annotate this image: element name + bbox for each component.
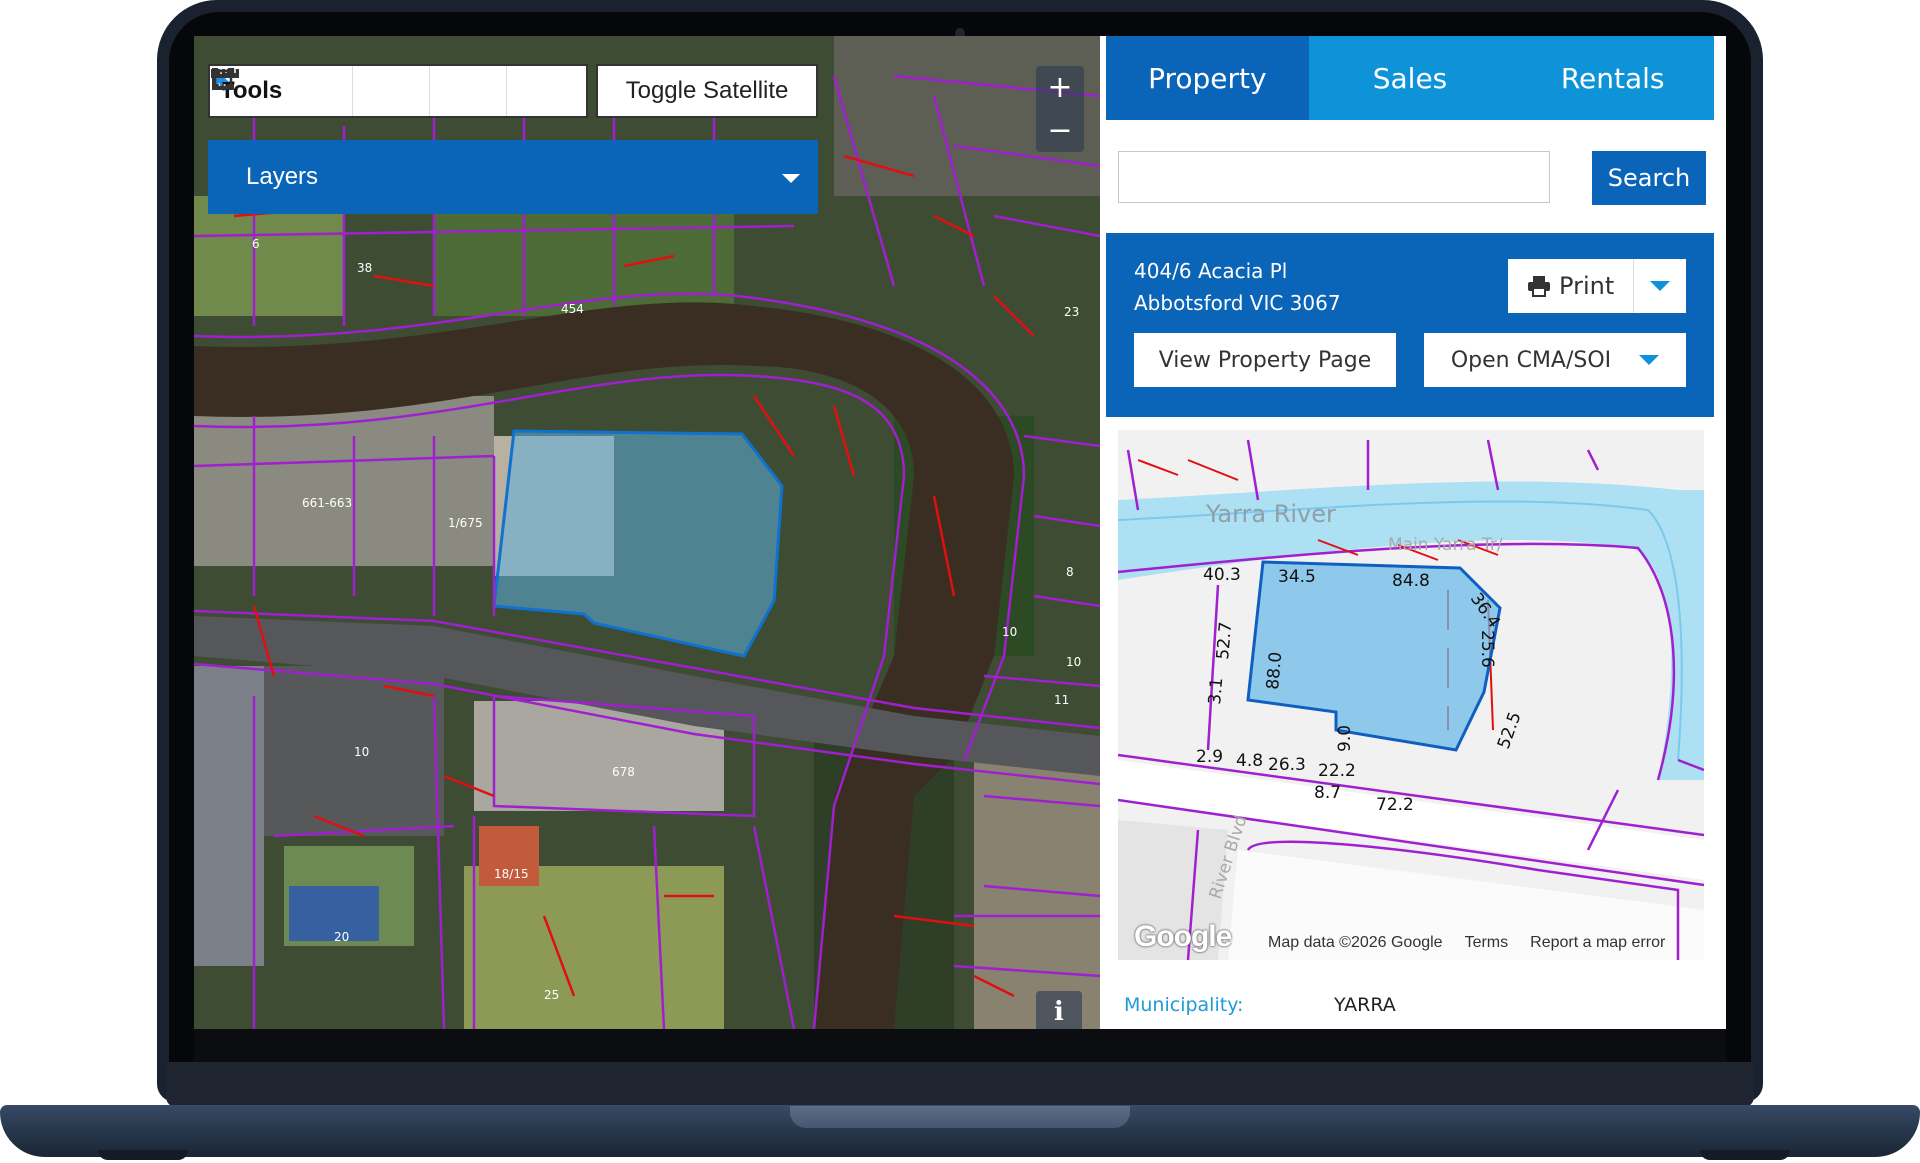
dim-label: 72.2 (1376, 795, 1414, 815)
dim-label: 25.6 (1477, 630, 1497, 668)
laptop-notch (790, 1106, 1130, 1128)
zoom-control: + − (1036, 66, 1084, 152)
polygon-select-icon[interactable] (212, 66, 583, 116)
info-button[interactable]: i (1036, 991, 1082, 1029)
zoom-out-button[interactable]: − (1036, 109, 1084, 152)
svg-text:454: 454 (561, 302, 584, 316)
dim-label: 88.0 (1263, 651, 1286, 690)
chevron-down-icon (1650, 281, 1671, 291)
svg-text:20: 20 (334, 930, 349, 944)
map-data-credit: Map data ©2026 Google (1268, 934, 1443, 951)
toggle-satellite-button[interactable]: Toggle Satellite (596, 64, 818, 118)
search-row: Search (1118, 151, 1714, 207)
search-button[interactable]: Search (1592, 151, 1706, 205)
google-logo: Google (1134, 920, 1232, 953)
svg-text:661-663: 661-663 (302, 496, 352, 510)
zoom-in-button[interactable]: + (1036, 66, 1084, 109)
layers-dropdown[interactable]: Layers (208, 140, 818, 214)
dim-label: 40.3 (1203, 565, 1241, 585)
dim-label: 3.1 (1205, 677, 1227, 706)
chevron-down-icon (1639, 355, 1660, 365)
dim-label: 4.8 (1236, 751, 1263, 771)
print-options-button[interactable] (1633, 259, 1686, 313)
municipality-label: Municipality: (1124, 994, 1244, 1016)
property-address: 404/6 Acacia Pl Abbotsford VIC 3067 (1134, 255, 1341, 319)
svg-text:23: 23 (1064, 305, 1079, 319)
tab-property[interactable]: Property (1106, 36, 1309, 120)
dim-label: 26.3 (1268, 755, 1306, 775)
tab-rentals[interactable]: Rentals (1511, 36, 1714, 120)
print-label: Print (1559, 272, 1615, 300)
municipality-value: YARRA (1334, 994, 1396, 1016)
property-card: 404/6 Acacia Pl Abbotsford VIC 3067 Prin… (1106, 233, 1714, 417)
svg-text:10: 10 (354, 745, 369, 759)
dim-label: 2.9 (1196, 747, 1223, 767)
corner-measure-icon[interactable] (212, 66, 506, 116)
report-map-error-link[interactable]: Report a map error (1530, 934, 1665, 952)
svg-text:18/15: 18/15 (494, 867, 529, 881)
screen: 6 38 454 1/675 661-663 10 678 18/15 25 20 10 23 … (194, 36, 1726, 1029)
open-cma-soi-button[interactable]: Open CMA/SOI (1424, 333, 1686, 387)
svg-text:10: 10 (1002, 625, 1017, 639)
tab-sales[interactable]: Sales (1309, 36, 1512, 120)
dim-label: 52.7 (1213, 621, 1236, 660)
tools-toolbar: Tools (208, 64, 588, 118)
svg-text:11: 11 (1054, 693, 1069, 707)
svg-text:10: 10 (1066, 655, 1081, 669)
dim-label: 84.8 (1392, 571, 1430, 591)
panel-tabs: Property Sales Rentals (1106, 36, 1714, 120)
svg-text:6: 6 (252, 237, 260, 251)
ruler-icon[interactable] (211, 66, 429, 116)
search-input[interactable] (1118, 151, 1550, 203)
svg-text:38: 38 (357, 261, 372, 275)
parcel-map: Yarra River Main Yarra Tr/ River Blvd 40… (1118, 430, 1704, 960)
open-cma-label: Open CMA/SOI (1450, 347, 1612, 373)
svg-text:1/675: 1/675 (448, 516, 483, 530)
river-label: Yarra River (1205, 500, 1336, 528)
print-button-group: Print (1508, 259, 1686, 313)
dim-label: 34.5 (1278, 567, 1316, 587)
svg-text:25: 25 (544, 988, 559, 1002)
address-line1: 404/6 Acacia Pl (1134, 259, 1288, 283)
terms-link[interactable]: Terms (1465, 934, 1509, 952)
property-panel: Property Sales Rentals Search 404/6 Acac… (1106, 36, 1714, 1029)
address-line2: Abbotsford VIC 3067 (1134, 291, 1341, 315)
svg-text:8: 8 (1066, 565, 1074, 579)
laptop-foot-left (98, 1150, 188, 1160)
dim-label: 8.7 (1314, 783, 1341, 803)
chevron-down-icon (782, 174, 800, 183)
dim-label: 22.2 (1318, 761, 1356, 781)
map-footer: Map data ©2026 Google Terms Report a map… (1268, 934, 1665, 952)
satellite-map[interactable]: 6 38 454 1/675 661-663 10 678 18/15 25 20 10 23 … (194, 36, 1100, 1029)
dim-label: 9.0 (1335, 725, 1355, 752)
road-label: Main Yarra Tr/ (1388, 535, 1503, 555)
layers-label: Layers (246, 163, 319, 190)
property-minimap[interactable]: Yarra River Main Yarra Tr/ River Blvd 40… (1118, 430, 1704, 960)
printer-icon (1528, 276, 1551, 297)
print-button[interactable]: Print (1508, 259, 1633, 313)
laptop-foot-right (1700, 1150, 1790, 1160)
view-property-page-button[interactable]: View Property Page (1134, 333, 1396, 387)
svg-text:678: 678 (612, 765, 635, 779)
laptop-hinge (166, 1062, 1754, 1107)
cursor-icon[interactable] (214, 66, 352, 116)
